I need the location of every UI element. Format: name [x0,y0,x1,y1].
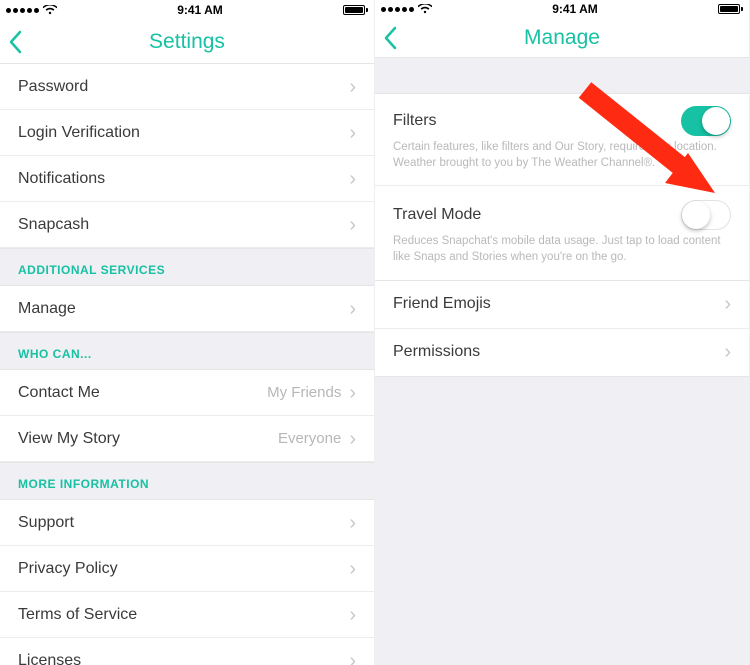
row-label: Password [18,78,88,96]
chevron-right-icon: › [349,383,356,403]
row-label: Login Verification [18,124,140,142]
row-friend-emojis[interactable]: Friend Emojis › [375,281,749,329]
status-bar: 9:41 AM [0,0,374,20]
wifi-icon [418,4,432,14]
filters-toggle[interactable] [681,106,731,136]
spacer [375,377,749,665]
settings-screen: 9:41 AM Settings Password › Login Verifi… [0,0,375,665]
row-label: Permissions [393,343,480,361]
chevron-right-icon: › [349,123,356,143]
nav-bar: Manage [375,18,749,58]
chevron-right-icon: › [724,294,731,314]
section-who-can: WHO CAN... [0,332,374,370]
row-label: Support [18,514,74,532]
back-button[interactable] [383,18,397,57]
row-support[interactable]: Support › [0,500,374,546]
row-filters: Filters [375,94,749,140]
row-privacy-policy[interactable]: Privacy Policy › [0,546,374,592]
row-label: Snapcash [18,216,89,234]
row-view-my-story[interactable]: View My Story Everyone › [0,416,374,462]
chevron-right-icon: › [349,559,356,579]
chevron-right-icon: › [349,605,356,625]
chevron-right-icon: › [349,215,356,235]
chevron-right-icon: › [349,429,356,449]
row-terms-of-service[interactable]: Terms of Service › [0,592,374,638]
page-title: Settings [149,30,225,54]
row-value: My Friends [267,384,341,401]
row-snapcash[interactable]: Snapcash › [0,202,374,248]
section-additional-services: ADDITIONAL SERVICES [0,248,374,286]
chevron-right-icon: › [349,169,356,189]
battery-icon [718,4,743,14]
chevron-right-icon: › [349,513,356,533]
manage-screen: 9:41 AM Manage Filters Certain features,… [375,0,750,665]
chevron-right-icon: › [724,342,731,362]
settings-list[interactable]: Password › Login Verification › Notifica… [0,64,374,665]
section-more-info: MORE INFORMATION [0,462,374,500]
row-contact-me[interactable]: Contact Me My Friends › [0,370,374,416]
row-travel-mode: Travel Mode [375,186,749,234]
row-manage[interactable]: Manage › [0,286,374,332]
row-permissions[interactable]: Permissions › [375,329,749,377]
back-button[interactable] [8,20,22,63]
travel-mode-toggle[interactable] [681,200,731,230]
filters-description: Certain features, like filters and Our S… [375,140,749,186]
chevron-right-icon: › [349,651,356,665]
row-label: Friend Emojis [393,295,491,313]
signal-dots-icon [6,8,39,13]
battery-icon [343,5,368,15]
row-label: Filters [393,112,437,130]
status-bar: 9:41 AM [375,0,749,18]
row-label: Manage [18,300,76,318]
chevron-right-icon: › [349,77,356,97]
status-time: 9:41 AM [552,2,598,16]
travel-mode-description: Reduces Snapchat's mobile data usage. Ju… [375,234,749,280]
row-label: Travel Mode [393,206,481,224]
page-title: Manage [524,26,600,50]
row-label: Terms of Service [18,606,137,624]
row-licenses[interactable]: Licenses › [0,638,374,665]
row-label: Licenses [18,652,81,665]
row-label: View My Story [18,430,120,448]
nav-bar: Settings [0,20,374,64]
row-label: Privacy Policy [18,560,118,578]
row-notifications[interactable]: Notifications › [0,156,374,202]
row-label: Notifications [18,170,105,188]
row-value: Everyone [278,430,341,447]
wifi-icon [43,5,57,15]
row-login-verification[interactable]: Login Verification › [0,110,374,156]
row-label: Contact Me [18,384,100,402]
row-password[interactable]: Password › [0,64,374,110]
signal-dots-icon [381,7,414,12]
spacer [375,58,749,94]
chevron-right-icon: › [349,299,356,319]
status-time: 9:41 AM [177,3,223,17]
manage-list[interactable]: Filters Certain features, like filters a… [375,58,749,665]
